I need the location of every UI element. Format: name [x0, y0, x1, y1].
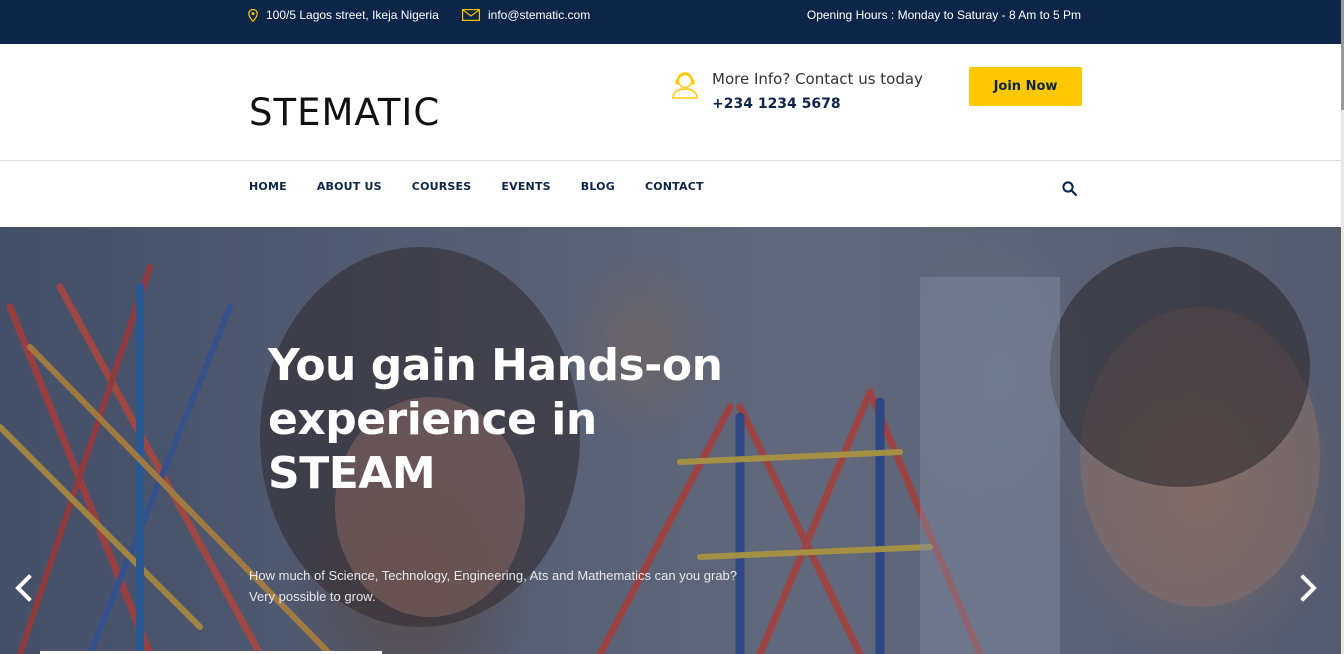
nav-item-courses[interactable]: COURSES: [412, 180, 472, 193]
top-bar: 100/5 Lagos street, Ikeja Nigeria info@s…: [0, 0, 1344, 44]
nav-item-home[interactable]: HOME: [249, 180, 287, 193]
address-text: 100/5 Lagos street, Ikeja Nigeria: [266, 8, 439, 22]
map-pin-icon: [248, 8, 258, 22]
contact-phone[interactable]: +234 1234 5678: [712, 96, 923, 112]
site-logo[interactable]: STEMATIC: [249, 91, 440, 134]
nav-item-events[interactable]: EVENTS: [501, 180, 550, 193]
nav-menu: HOME ABOUT US COURSES EVENTS BLOG CONTAC…: [249, 180, 734, 193]
hero-subtext: How much of Science, Technology, Enginee…: [249, 568, 738, 604]
email-info[interactable]: info@stematic.com: [462, 8, 590, 22]
join-now-button[interactable]: Join Now: [969, 67, 1082, 106]
site-header: STEMATIC More Info? Contact us today +23…: [0, 44, 1344, 161]
support-agent-icon: [670, 70, 700, 112]
opening-hours: Opening Hours : Monday to Saturay - 8 Am…: [806, 8, 1081, 22]
email-link[interactable]: info@stematic.com: [488, 8, 590, 22]
nav-item-contact[interactable]: CONTACT: [645, 180, 704, 193]
main-nav: HOME ABOUT US COURSES EVENTS BLOG CONTAC…: [0, 162, 1344, 227]
envelope-icon: [462, 9, 480, 21]
hero-heading-line-2: experience in: [268, 394, 597, 445]
chevron-left-icon[interactable]: [12, 573, 36, 603]
hero-heading-line-1: You gain Hands-on: [268, 340, 723, 391]
hero-heading: You gain Hands-on experience in STEAM: [268, 339, 768, 501]
address-info: 100/5 Lagos street, Ikeja Nigeria: [248, 8, 439, 22]
contact-block: More Info? Contact us today +234 1234 56…: [670, 70, 923, 112]
nav-item-blog[interactable]: BLOG: [581, 180, 615, 193]
search-icon[interactable]: [1062, 181, 1077, 201]
contact-label: More Info? Contact us today: [712, 70, 923, 88]
hero-slider: You gain Hands-on experience in STEAM Ho…: [0, 227, 1341, 654]
nav-item-about-us[interactable]: ABOUT US: [317, 180, 382, 193]
hero-heading-line-3: STEAM: [268, 448, 436, 499]
chevron-right-icon[interactable]: [1296, 573, 1320, 603]
